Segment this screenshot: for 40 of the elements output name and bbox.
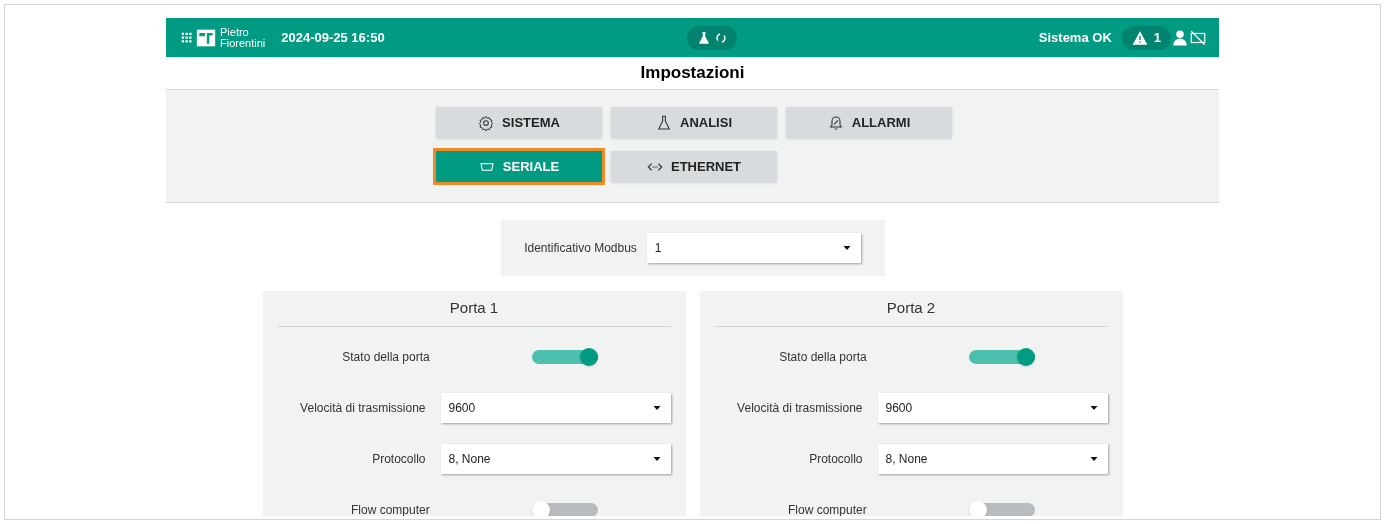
warning-icon [1131, 29, 1148, 46]
dropdown[interactable]: 9600 [440, 393, 671, 423]
field-label: Velocità di trasmissione [736, 400, 863, 417]
tab[interactable]: ALLARMI [786, 107, 952, 138]
field-label: Flow computer [350, 502, 430, 516]
flask-icon [696, 30, 711, 45]
loading-icon [714, 31, 727, 44]
tab[interactable]: ANALISI [611, 107, 777, 138]
tab[interactable]: SISTEMA [436, 107, 602, 138]
field-label: Flow computer [787, 502, 867, 516]
flask-icon [656, 114, 672, 131]
field-label: Stato della porta [778, 349, 867, 366]
panel-title: Porta 2 [714, 291, 1108, 327]
dropdown[interactable]: 8, None [877, 444, 1108, 474]
user-icon[interactable] [1171, 28, 1189, 47]
system-status: Sistema OK [1038, 28, 1112, 47]
field-label: Stato della porta [341, 349, 430, 366]
logo-icon [196, 27, 216, 48]
settings-icon [478, 114, 495, 131]
field-label: Velocità di trasmissione [299, 400, 426, 417]
field-label: Protocollo [808, 451, 863, 468]
dropdown[interactable]: 9600 [877, 393, 1108, 423]
network-off-icon[interactable] [1189, 28, 1207, 47]
bell-icon [827, 114, 844, 131]
dropdown[interactable]: 8, None [440, 444, 671, 474]
toggle-switch[interactable] [968, 503, 1035, 516]
toggle-switch[interactable] [531, 350, 598, 364]
toggle-switch[interactable] [531, 503, 598, 516]
date-time: 2024-09-25 16:50 [281, 28, 385, 47]
panel-title: Porta 1 [277, 291, 671, 327]
page-title: Impostazioni [640, 62, 745, 85]
alarm-button[interactable]: 1 [1121, 25, 1171, 50]
analysis-status-badge[interactable] [686, 25, 737, 50]
field-label: Protocollo [371, 451, 426, 468]
field-label: Identificativo Modbus [524, 240, 637, 257]
toggle-switch[interactable] [968, 350, 1035, 364]
tab[interactable]: ETHERNET [611, 151, 777, 182]
brand-name: Fiorentini [220, 37, 266, 49]
dropdown[interactable]: 1 [646, 233, 861, 263]
brand-name: Pietro [220, 26, 250, 38]
